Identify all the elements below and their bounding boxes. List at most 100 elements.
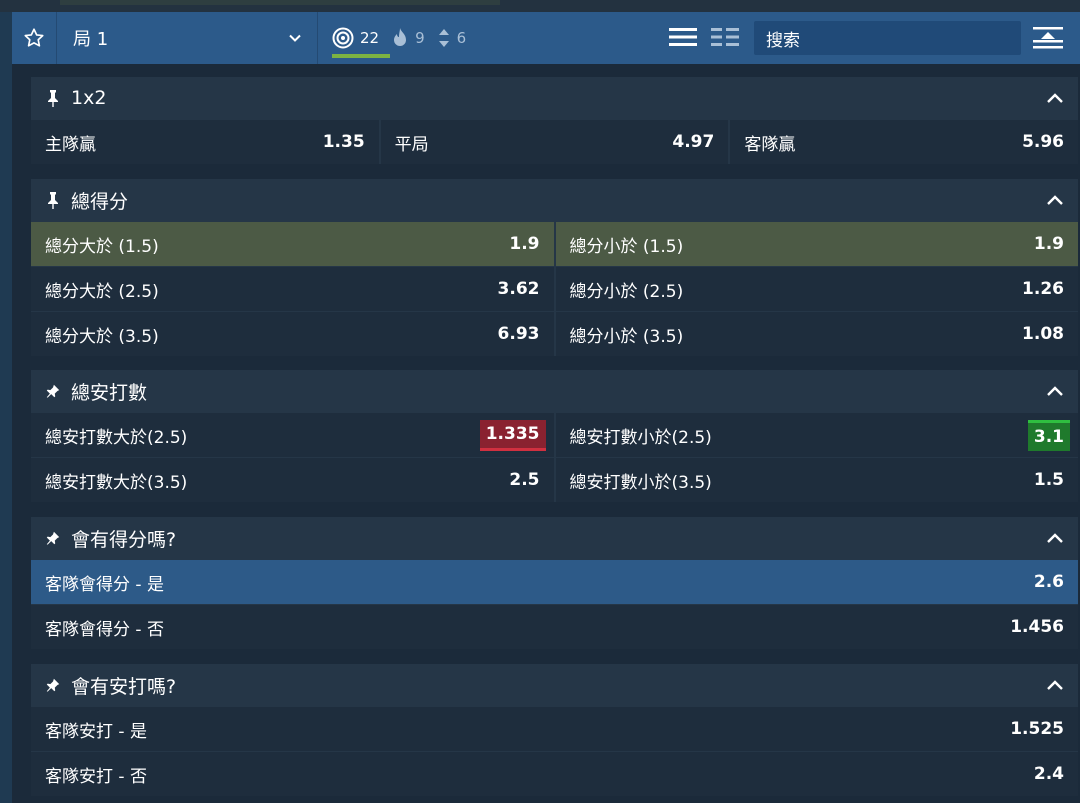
- outcome-label: 平局: [394, 134, 429, 155]
- odds-row: 總分大於 (2.5) 3.62 總分小於 (2.5) 1.26: [31, 267, 1078, 311]
- market-title: 會有得分嗎?: [71, 528, 177, 551]
- view-toggle: [668, 25, 752, 49]
- odds-row: 總安打數大於(2.5) 1.335 總安打數小於(2.5) 3.1: [31, 413, 1078, 457]
- odds-value: 2.5: [509, 470, 540, 490]
- chevron-up-icon[interactable]: [1046, 530, 1064, 546]
- chevron-up-icon[interactable]: [1046, 383, 1064, 399]
- collapse-all-icon[interactable]: [1032, 25, 1064, 51]
- tab-all-markets[interactable]: 22: [332, 12, 391, 64]
- odds-value: 1.26: [1022, 279, 1064, 299]
- market-header[interactable]: 總得分: [31, 179, 1078, 221]
- market-filter-tabs: 22 9 6: [332, 12, 478, 64]
- odds-button-under[interactable]: 總分小於 (2.5) 1.26: [555, 267, 1078, 311]
- odds-row: 主隊贏 1.35 平局 4.97 客隊贏 5.96: [31, 120, 1079, 164]
- odds-button-over[interactable]: 總安打數大於(3.5) 2.5: [31, 458, 554, 502]
- market-header[interactable]: 總安打數: [31, 370, 1078, 412]
- all-markets-count: 22: [360, 29, 380, 47]
- odds-button-under[interactable]: 總分小於 (1.5) 1.9: [555, 222, 1078, 266]
- odds-value: 2.4: [1033, 764, 1064, 784]
- chevron-down-icon: [289, 34, 301, 42]
- market-header[interactable]: 會有安打嗎?: [31, 664, 1078, 706]
- odds-button-yes[interactable]: 客隊安打 - 是 1.525: [31, 707, 1078, 751]
- outcome-label: 總分大於 (1.5): [45, 236, 159, 257]
- odds-value: 1.5: [1033, 470, 1064, 490]
- odds-button-over[interactable]: 總分大於 (2.5) 3.62: [31, 267, 554, 311]
- favorite-button[interactable]: [12, 12, 57, 64]
- odds-button-over[interactable]: 總分大於 (1.5) 1.9: [31, 222, 554, 266]
- target-icon: [332, 27, 354, 49]
- outcome-label: 總分小於 (1.5): [569, 236, 684, 257]
- outcome-label: 總安打數小於(3.5): [569, 472, 712, 493]
- game-period-select[interactable]: 局 1: [58, 12, 318, 64]
- search-placeholder: 搜索: [766, 30, 800, 51]
- odds-button-away-win[interactable]: 客隊贏 5.96: [730, 120, 1079, 164]
- tab-popular-markets[interactable]: 9: [391, 12, 425, 64]
- odds-value: 1.9: [1033, 234, 1064, 254]
- outcome-label: 總分大於 (2.5): [45, 281, 159, 302]
- list-view-icon[interactable]: [668, 25, 698, 49]
- odds-button-yes[interactable]: 客隊會得分 - 是 2.6: [31, 560, 1078, 604]
- outcome-label: 總安打數小於(2.5): [569, 427, 712, 448]
- tab-other-markets[interactable]: 6: [437, 12, 467, 64]
- grid-view-icon[interactable]: [710, 25, 740, 49]
- popular-markets-count: 9: [415, 29, 425, 47]
- market-title: 1x2: [71, 87, 107, 109]
- odds-row: 客隊安打 - 是 1.525: [31, 707, 1078, 751]
- odds-value-increased: 3.1: [1027, 419, 1070, 451]
- market-will-hit: 會有安打嗎? 客隊安打 - 是 1.525 客隊安打 - 否 2.4: [31, 664, 1078, 796]
- pin-outline-icon[interactable]: [45, 382, 61, 400]
- outcome-label: 客隊安打 - 是: [45, 721, 147, 742]
- top-strip: [0, 0, 1080, 12]
- market-toolbar: 局 1 22 9 6 搜索: [12, 12, 1080, 64]
- odds-button-over[interactable]: 總安打數大於(2.5) 1.335: [31, 413, 554, 457]
- market-header[interactable]: 會有得分嗎?: [31, 517, 1078, 559]
- outcome-label: 總分小於 (3.5): [569, 326, 684, 347]
- market-title: 會有安打嗎?: [71, 675, 177, 698]
- odds-button-home-win[interactable]: 主隊贏 1.35: [31, 120, 379, 164]
- odds-value: 2.6: [1033, 572, 1064, 592]
- outcome-label: 客隊會得分 - 否: [45, 619, 164, 640]
- outcome-label: 總分小於 (2.5): [569, 281, 684, 302]
- odds-row: 總安打數大於(3.5) 2.5 總安打數小於(3.5) 1.5: [31, 458, 1078, 502]
- pin-outline-icon[interactable]: [45, 676, 61, 694]
- odds-value: 1.525: [1010, 719, 1064, 739]
- odds-value: 1.35: [322, 132, 365, 152]
- chevron-up-icon[interactable]: [1046, 677, 1064, 693]
- odds-value: 3.62: [497, 279, 540, 299]
- outcome-label: 總分大於 (3.5): [45, 326, 159, 347]
- outcome-label: 總安打數大於(3.5): [45, 472, 188, 493]
- outcome-label: 主隊贏: [45, 134, 96, 155]
- odds-row: 客隊會得分 - 否 1.456: [31, 605, 1078, 649]
- odds-row: 總分大於 (3.5) 6.93 總分小於 (3.5) 1.08: [31, 312, 1078, 356]
- chevron-up-icon[interactable]: [1046, 192, 1064, 208]
- odds-row: 客隊會得分 - 是 2.6: [31, 560, 1078, 604]
- left-rail: [0, 12, 12, 803]
- odds-button-under[interactable]: 總分小於 (3.5) 1.08: [555, 312, 1078, 356]
- pin-icon[interactable]: [45, 89, 61, 107]
- outcome-label: 總安打數大於(2.5): [45, 427, 188, 448]
- market-will-score: 會有得分嗎? 客隊會得分 - 是 2.6 客隊會得分 - 否 1.456: [31, 517, 1078, 649]
- market-total-hits: 總安打數 總安打數大於(2.5) 1.335 總安打數小於(2.5) 3.1 總…: [31, 370, 1078, 502]
- outcome-label: 客隊會得分 - 是: [45, 574, 164, 595]
- odds-value: 1.9: [509, 234, 540, 254]
- odds-value: 1.456: [1010, 617, 1064, 637]
- odds-button-draw[interactable]: 平局 4.97: [380, 120, 729, 164]
- odds-button-no[interactable]: 客隊安打 - 否 2.4: [31, 752, 1078, 796]
- pin-icon[interactable]: [45, 191, 61, 209]
- odds-button-over[interactable]: 總分大於 (3.5) 6.93: [31, 312, 554, 356]
- other-markets-count: 6: [456, 29, 467, 47]
- odds-button-under[interactable]: 總安打數小於(2.5) 3.1: [555, 413, 1078, 457]
- outcome-label: 客隊安打 - 否: [45, 766, 147, 787]
- flame-icon: [394, 28, 407, 46]
- odds-button-no[interactable]: 客隊會得分 - 否 1.456: [31, 605, 1078, 649]
- search-input[interactable]: 搜索: [754, 21, 1021, 55]
- chevron-up-icon[interactable]: [1046, 90, 1064, 106]
- top-strip-hint: [60, 0, 500, 5]
- market-title: 總安打數: [71, 381, 148, 404]
- market-1x2: 1x2 主隊贏 1.35 平局 4.97 客隊贏 5.96: [31, 77, 1079, 164]
- star-icon: [24, 28, 44, 47]
- pin-outline-icon[interactable]: [45, 529, 61, 547]
- odds-button-under[interactable]: 總安打數小於(3.5) 1.5: [555, 458, 1078, 502]
- market-total-runs: 總得分 總分大於 (1.5) 1.9 總分小於 (1.5) 1.9 總分大於 (…: [31, 179, 1078, 356]
- market-header[interactable]: 1x2: [31, 77, 1078, 119]
